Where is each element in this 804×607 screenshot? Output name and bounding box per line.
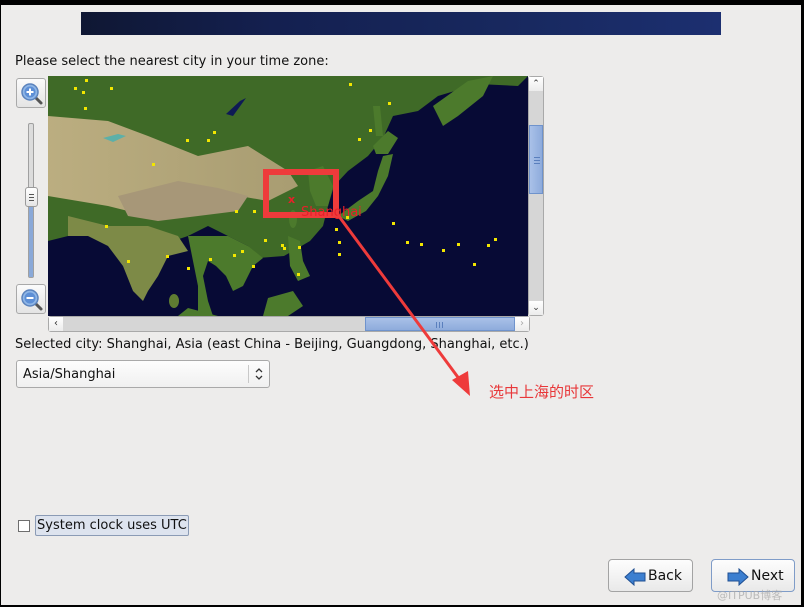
city-dot[interactable] — [406, 241, 409, 244]
city-dot[interactable] — [283, 247, 286, 250]
city-dot[interactable] — [187, 267, 190, 270]
city-dot[interactable] — [84, 107, 87, 110]
city-dot[interactable] — [442, 249, 445, 252]
city-dot[interactable] — [473, 263, 476, 266]
city-dot[interactable] — [266, 210, 269, 213]
city-dot[interactable] — [420, 243, 423, 246]
arrow-left-icon — [624, 568, 646, 586]
installer-window: Please select the nearest city in your t… — [1, 5, 801, 605]
city-dot[interactable] — [213, 131, 216, 134]
city-dot[interactable] — [487, 244, 490, 247]
watermark: @ITPUB博客 — [717, 589, 783, 602]
city-dot[interactable] — [235, 210, 238, 213]
scroll-down-arrow[interactable]: ⌄ — [529, 301, 543, 315]
city-dot[interactable] — [105, 225, 108, 228]
land-borneo — [263, 291, 303, 316]
city-dot[interactable] — [241, 250, 244, 253]
city-dot[interactable] — [338, 241, 341, 244]
select-updown-icon — [255, 368, 263, 380]
scroll-right-arrow[interactable]: › — [515, 317, 529, 331]
timezone-select-value: Asia/Shanghai — [23, 367, 116, 382]
zoom-slider-handle[interactable] — [25, 187, 38, 207]
city-dot[interactable] — [388, 102, 391, 105]
next-button-label: Next — [751, 568, 784, 584]
zoom-slider-fill — [29, 202, 33, 277]
city-dot[interactable] — [346, 216, 349, 219]
city-dot[interactable] — [369, 129, 372, 132]
city-dot[interactable] — [85, 79, 88, 82]
map-vertical-scrollbar[interactable]: ⌃ ⌄ — [528, 76, 544, 316]
scroll-left-arrow[interactable]: ‹ — [49, 317, 63, 331]
land-srilanka — [169, 294, 179, 308]
city-dot[interactable] — [349, 83, 352, 86]
city-dot[interactable] — [166, 255, 169, 258]
city-dot[interactable] — [338, 253, 341, 256]
zoom-in-button[interactable] — [16, 78, 46, 108]
horizontal-scroll-thumb[interactable] — [365, 317, 515, 331]
city-dot[interactable] — [457, 243, 460, 246]
city-dot[interactable] — [82, 91, 85, 94]
city-dot[interactable] — [110, 87, 113, 90]
city-dot[interactable] — [152, 163, 155, 166]
city-dot[interactable] — [358, 138, 361, 141]
map-graphic — [48, 76, 528, 316]
select-separator — [248, 365, 249, 383]
selected-city-label: Selected city: Shanghai, Asia (east Chin… — [15, 337, 529, 352]
city-dot[interactable] — [209, 258, 212, 261]
utc-checkbox-label[interactable]: System clock uses UTC — [35, 515, 189, 536]
city-dot[interactable] — [281, 244, 284, 247]
city-dot[interactable] — [264, 239, 267, 242]
timezone-select[interactable]: Asia/Shanghai — [16, 360, 270, 388]
city-dot[interactable] — [127, 260, 130, 263]
city-dot[interactable] — [335, 228, 338, 231]
city-dot[interactable] — [494, 238, 497, 241]
timezone-prompt: Please select the nearest city in your t… — [15, 54, 329, 69]
world-map[interactable] — [48, 76, 528, 316]
back-button-label: Back — [648, 568, 682, 584]
land-taiwan — [289, 210, 297, 228]
zoom-in-icon — [21, 83, 43, 105]
city-dot[interactable] — [186, 139, 189, 142]
vertical-scroll-thumb[interactable] — [529, 125, 543, 194]
city-dot[interactable] — [297, 273, 300, 276]
zoom-out-icon — [21, 289, 43, 311]
utc-checkbox[interactable] — [18, 520, 30, 532]
arrow-right-icon — [727, 568, 749, 586]
map-horizontal-scrollbar[interactable]: ‹ › — [48, 316, 530, 332]
zoom-out-button[interactable] — [16, 284, 46, 314]
city-dot[interactable] — [74, 87, 77, 90]
city-dot[interactable] — [253, 210, 256, 213]
city-dot[interactable] — [298, 246, 301, 249]
city-dot[interactable] — [252, 265, 255, 268]
scroll-up-arrow[interactable]: ⌃ — [529, 77, 543, 91]
city-dot[interactable] — [392, 222, 395, 225]
annotation-text: 选中上海的时区 — [489, 383, 595, 401]
back-button[interactable]: Back — [608, 559, 693, 592]
city-dot[interactable] — [233, 254, 236, 257]
city-dot[interactable] — [207, 139, 210, 142]
header-banner — [81, 12, 721, 35]
